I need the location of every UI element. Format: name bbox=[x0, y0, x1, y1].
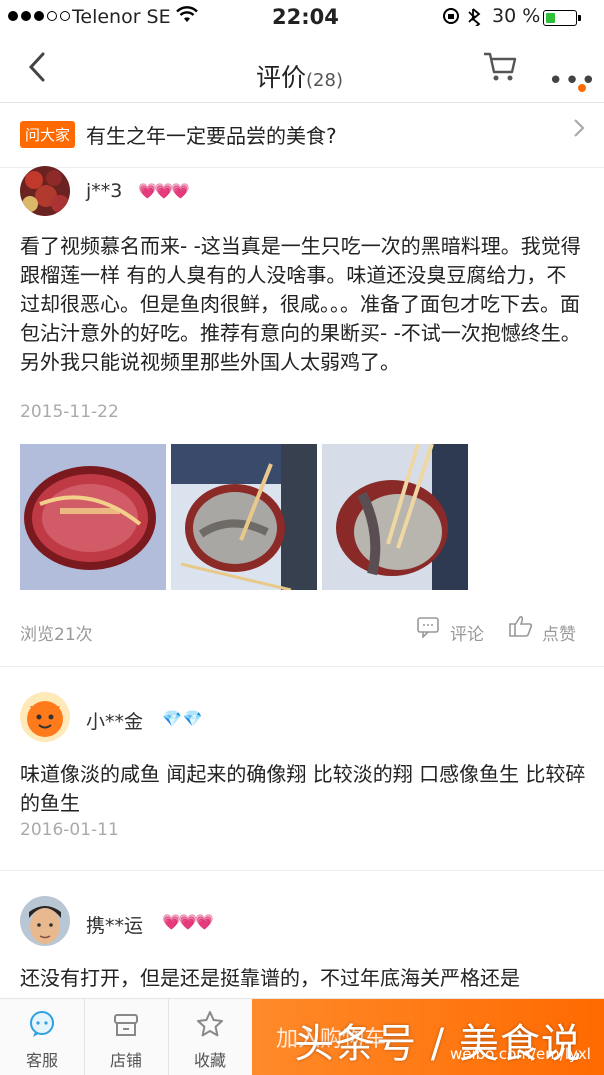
chevron-right-icon bbox=[572, 117, 586, 145]
username: 小**金 bbox=[86, 711, 144, 733]
username: 携**运 bbox=[86, 915, 144, 937]
battery-icon bbox=[543, 10, 577, 26]
ask-badge: 问大家 bbox=[20, 121, 76, 148]
review-date: 2016-01-11 bbox=[20, 820, 119, 840]
status-time: 22:04 bbox=[272, 5, 339, 29]
review-count: (28) bbox=[306, 70, 343, 91]
thumbs-up-icon[interactable] bbox=[508, 614, 534, 642]
bottom-action-bar: 客服 店铺 收藏 加入购物车 头条号 / 美食说 weibo.com/em/ly… bbox=[0, 998, 604, 1075]
like-button[interactable]: 点赞 bbox=[542, 620, 576, 645]
service-button[interactable]: 客服 bbox=[0, 999, 84, 1075]
view-count: 浏览21次 bbox=[20, 625, 93, 645]
ask-question: 有生之年一定要品尝的美食? bbox=[86, 124, 337, 148]
chat-bubble-icon bbox=[0, 1009, 84, 1041]
review-text: 还没有打开，但是还是挺靠谱的，不过年底海关严格还是 bbox=[20, 966, 520, 990]
add-to-cart-button[interactable]: 加入购物车 头条号 / 美食说 weibo.com/em/lyxl bbox=[252, 999, 604, 1075]
review-photo[interactable] bbox=[322, 444, 468, 590]
comment-button[interactable]: 评论 bbox=[450, 620, 484, 645]
service-label: 客服 bbox=[25, 1051, 58, 1070]
shop-button[interactable]: 店铺 bbox=[84, 999, 168, 1075]
avatar[interactable] bbox=[20, 896, 70, 946]
review-date: 2015-11-22 bbox=[20, 402, 119, 422]
ask-everyone-bar[interactable]: 问大家 有生之年一定要品尝的美食? bbox=[0, 103, 604, 168]
comment-icon[interactable] bbox=[416, 616, 440, 642]
watermark-subtext: weibo.com/em/lyxl bbox=[450, 1045, 591, 1063]
diamond-level-icons: 💎💎 bbox=[162, 709, 204, 728]
orientation-lock-bluetooth-icons bbox=[442, 6, 486, 31]
notification-dot bbox=[578, 84, 586, 92]
favorite-label: 收藏 bbox=[193, 1051, 226, 1070]
star-icon bbox=[168, 1009, 252, 1041]
favorite-button[interactable]: 收藏 bbox=[168, 999, 252, 1075]
review-photo[interactable] bbox=[20, 444, 166, 590]
more-icon[interactable]: ••• bbox=[548, 66, 597, 96]
wifi-icon bbox=[176, 6, 198, 29]
signal-dots-icon bbox=[8, 11, 70, 21]
heart-level-icons: 💗💗💗 bbox=[162, 913, 214, 931]
avatar[interactable] bbox=[20, 692, 70, 742]
page-title-text: 评价 bbox=[256, 63, 307, 92]
divider bbox=[0, 870, 604, 871]
carrier-name: Telenor SE bbox=[72, 6, 171, 28]
nav-bar: 评价(28) ••• bbox=[0, 36, 604, 103]
username: j**3 bbox=[86, 180, 123, 202]
status-bar: Telenor SE 22:04 30 % bbox=[0, 0, 604, 36]
battery-percent: 30 % bbox=[492, 5, 541, 27]
cart-icon[interactable] bbox=[482, 50, 518, 88]
page-title: 评价(28) bbox=[256, 58, 343, 94]
review-text: 看了视频慕名而来- -这当真是一生只吃一次的黑暗料理。我觉得跟榴莲一样 有的人臭… bbox=[20, 234, 581, 374]
divider bbox=[0, 666, 604, 667]
review-text: 味道像淡的咸鱼 闻起来的确像翔 比较淡的翔 口感像鱼生 比较碎的鱼生 bbox=[20, 762, 586, 815]
review-photo[interactable] bbox=[171, 444, 317, 590]
shop-icon bbox=[84, 1009, 168, 1041]
back-chevron-icon[interactable] bbox=[26, 50, 48, 93]
heart-level-icons: 💗💗💗 bbox=[138, 182, 190, 200]
shop-label: 店铺 bbox=[109, 1051, 142, 1070]
avatar[interactable] bbox=[20, 166, 70, 216]
